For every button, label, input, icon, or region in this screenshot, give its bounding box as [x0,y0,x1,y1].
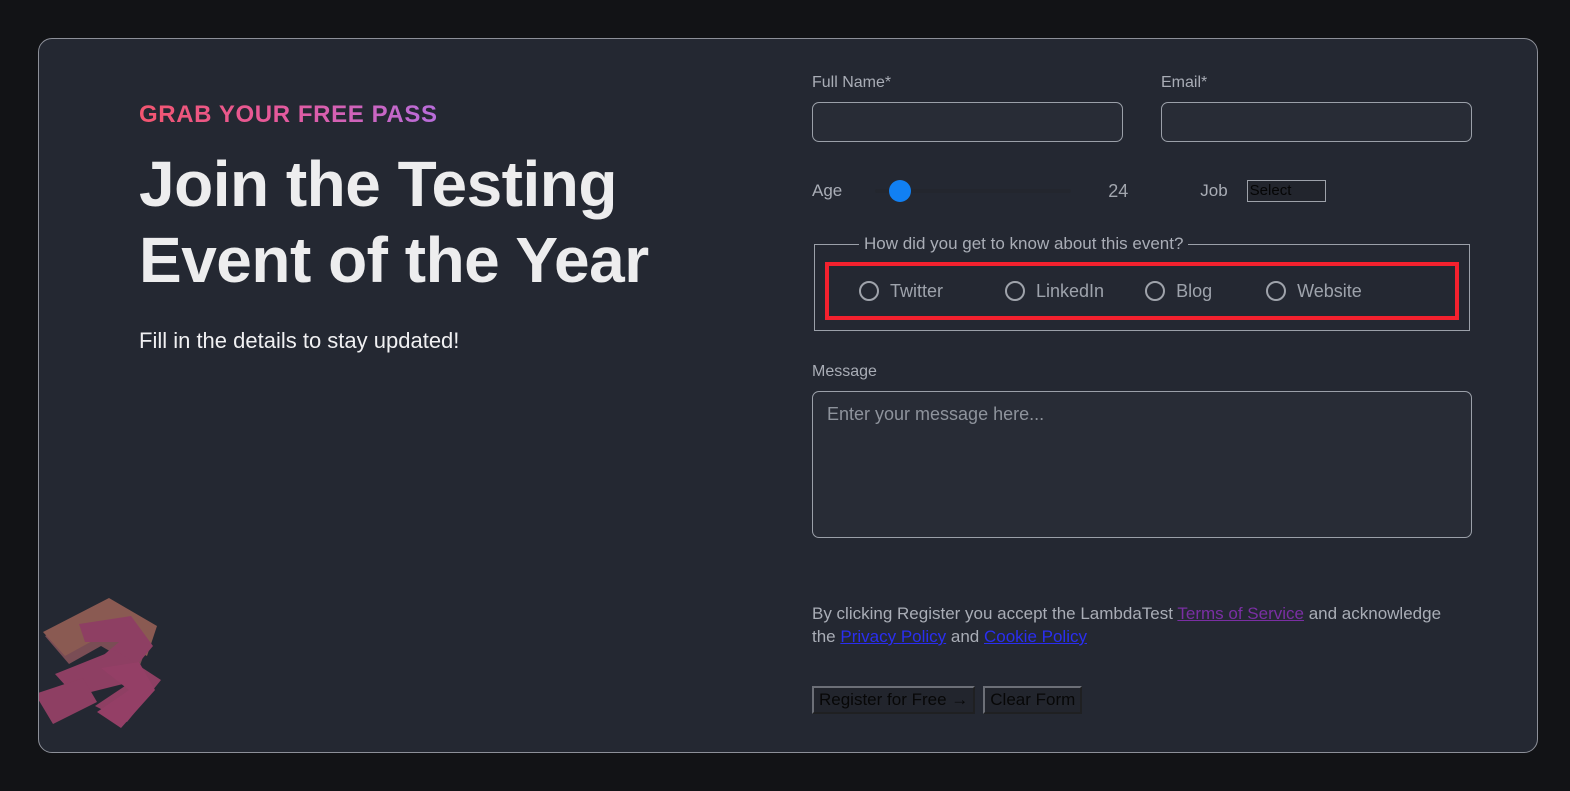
hero-title-line-2: Event of the Year [139,224,649,296]
full-name-label: Full Name* [812,74,1123,92]
radio-option-twitter[interactable]: Twitter [859,281,943,302]
age-label: Age [812,181,842,201]
source-highlight-box: Twitter LinkedIn Blog Website [825,262,1459,320]
radio-option-linkedin[interactable]: LinkedIn [1005,281,1104,302]
page-title: Join the Testing Event of the Year [139,147,779,298]
message-textarea[interactable] [812,391,1472,538]
age-slider[interactable] [875,180,1071,202]
hero-subtitle: Fill in the details to stay updated! [139,328,779,354]
message-label: Message [812,363,1472,381]
job-select[interactable]: Select [1247,180,1326,202]
clear-form-button[interactable]: Clear Form [983,686,1082,714]
hero-eyebrow: GRAB YOUR FREE PASS [139,101,438,129]
radio-label-website: Website [1297,281,1362,302]
radio-circle-icon[interactable] [1005,281,1025,301]
age-value: 24 [1108,181,1136,202]
email-field-group: Email* [1161,74,1472,142]
terms-part-3: and [946,627,984,646]
privacy-policy-link[interactable]: Privacy Policy [840,627,946,646]
register-button[interactable]: Register for Free → [812,686,975,714]
terms-text: By clicking Register you accept the Lamb… [812,603,1467,649]
full-name-input[interactable] [812,102,1123,142]
message-field-group: Message [812,363,1472,538]
lambdatest-logo-watermark [38,572,245,753]
registration-card: GRAB YOUR FREE PASS Join the Testing Eve… [38,38,1538,753]
full-name-field-group: Full Name* [812,74,1123,142]
source-legend: How did you get to know about this event… [859,234,1188,254]
radio-option-website[interactable]: Website [1266,281,1362,302]
radio-circle-icon[interactable] [859,281,879,301]
age-job-row: Age 24 Job Select [812,176,1472,206]
terms-part-1: By clicking Register you accept the Lamb… [812,604,1177,623]
radio-circle-icon[interactable] [1145,281,1165,301]
source-radio-row: Twitter LinkedIn Blog Website [839,276,1445,306]
radio-option-blog[interactable]: Blog [1145,281,1212,302]
name-email-row: Full Name* Email* [812,74,1472,142]
hero-title-line-1: Join the Testing [139,148,617,220]
source-fieldset: How did you get to know about this event… [814,234,1470,331]
radio-label-twitter: Twitter [890,281,943,302]
job-label: Job [1200,181,1227,201]
screen-root: GRAB YOUR FREE PASS Join the Testing Eve… [0,0,1570,791]
hero-section: GRAB YOUR FREE PASS Join the Testing Eve… [139,101,779,354]
form-actions: Register for Free → Clear Form [812,686,1472,714]
age-slider-thumb[interactable] [889,180,911,202]
radio-label-linkedin: LinkedIn [1036,281,1104,302]
registration-form: Full Name* Email* Age 24 Job Select [812,74,1472,714]
email-input[interactable] [1161,102,1472,142]
radio-circle-icon[interactable] [1266,281,1286,301]
cookie-policy-link[interactable]: Cookie Policy [984,627,1087,646]
radio-label-blog: Blog [1176,281,1212,302]
terms-of-service-link[interactable]: Terms of Service [1177,604,1304,623]
email-label: Email* [1161,74,1472,92]
